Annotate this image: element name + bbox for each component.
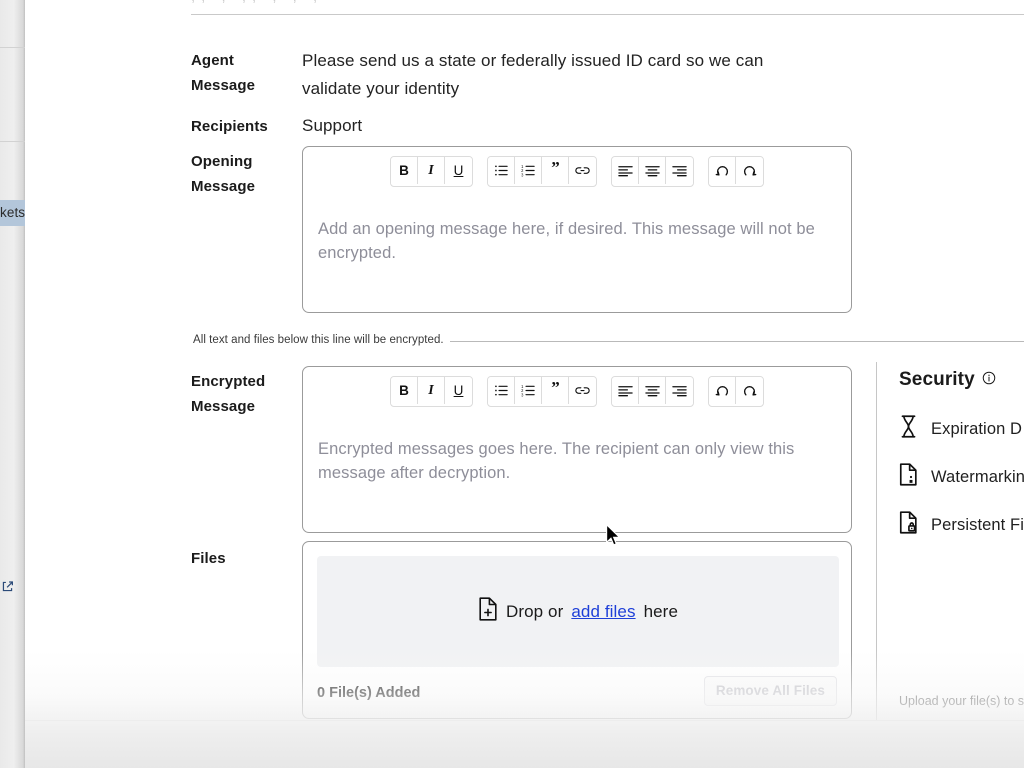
security-panel-title: Security — [899, 369, 996, 391]
encryption-divider-line — [450, 341, 1024, 342]
left-sidebar-cutoff: icke kets kets ed t our l tic s in ets — [0, 0, 25, 768]
blockquote-icon[interactable]: ” — [542, 377, 569, 404]
align-left-icon[interactable] — [612, 377, 639, 404]
ticket-compose-surface: ,, ; ,, ; , , Agent Message Please send … — [25, 0, 1024, 768]
align-center-icon[interactable] — [639, 377, 666, 404]
recipients-label: Recipients — [191, 114, 311, 139]
watermark-document-icon — [899, 463, 918, 491]
external-link-icon[interactable] — [1, 580, 14, 596]
bold-icon[interactable]: B — [391, 157, 418, 184]
sidebar-item-1-selected[interactable]: kets — [0, 200, 25, 226]
recipients-value: Support — [302, 112, 362, 140]
align-right-icon[interactable] — [666, 377, 693, 404]
top-divider — [191, 14, 1024, 15]
svg-text:3: 3 — [521, 172, 524, 177]
encryption-divider-note: All text and files below this line will … — [193, 334, 444, 346]
opening-message-label-text: Opening Message — [191, 153, 255, 195]
files-added-count: 0 File(s) Added — [317, 685, 420, 701]
files-panel: Drop or add files here 0 File(s) Added R… — [302, 541, 852, 719]
opening-message-placeholder: Add an opening message here, if desired.… — [318, 217, 836, 265]
text-style-group: B I U — [390, 376, 473, 407]
add-files-link[interactable]: add files — [571, 602, 635, 622]
security-option-label: Persistent Fi — [931, 516, 1024, 535]
svg-text:3: 3 — [521, 392, 524, 397]
info-icon[interactable] — [982, 369, 996, 391]
agent-message-value: Please send us a state or federally issu… — [302, 47, 822, 103]
encrypted-message-label: Encrypted Message — [191, 369, 296, 419]
encrypted-message-placeholder: Encrypted messages goes here. The recipi… — [318, 437, 836, 485]
numbered-list-icon[interactable]: 1 2 3 — [515, 377, 542, 404]
redo-icon[interactable] — [736, 157, 763, 184]
align-center-icon[interactable] — [639, 157, 666, 184]
text-style-group: B I U — [390, 156, 473, 187]
underline-icon[interactable]: U — [445, 377, 472, 404]
locked-document-icon — [899, 511, 918, 539]
upload-hint-text: Upload your file(s) to sh — [899, 694, 1024, 708]
align-right-icon[interactable] — [666, 157, 693, 184]
alignment-group — [611, 156, 694, 187]
dropzone-text: Drop or add files here — [478, 597, 678, 626]
opening-message-label: Opening Message — [191, 149, 296, 199]
add-file-icon — [478, 597, 498, 626]
list-insert-group: 1 2 3 ” — [487, 156, 597, 187]
opening-message-editor[interactable]: B I U 1 — [302, 146, 852, 313]
underline-icon[interactable]: U — [445, 157, 472, 184]
recipients-label-text: Recipients — [191, 118, 268, 135]
security-option-watermarking[interactable]: Watermarkin — [899, 463, 1024, 491]
hourglass-icon — [899, 415, 918, 443]
undo-icon[interactable] — [709, 157, 736, 184]
dropzone-suffix: here — [644, 602, 678, 622]
encrypted-message-label-text: Encrypted Message — [191, 373, 265, 415]
agent-message-label-text: Agent Message — [191, 52, 255, 94]
history-group — [708, 376, 764, 407]
redo-icon[interactable] — [736, 377, 763, 404]
file-dropzone[interactable]: Drop or add files here — [317, 556, 839, 667]
encrypted-message-editor[interactable]: B I U 1 — [302, 366, 852, 533]
clipped-text-above: ,, ; ,, ; , , — [191, 0, 1006, 6]
italic-icon[interactable]: I — [418, 157, 445, 184]
files-label-text: Files — [191, 550, 226, 567]
security-option-expiration-date[interactable]: Expiration D — [899, 415, 1022, 443]
security-option-persistent-file[interactable]: Persistent Fi — [899, 511, 1024, 539]
agent-message-label: Agent Message — [191, 48, 296, 98]
bulleted-list-icon[interactable] — [488, 377, 515, 404]
opening-message-toolbar: B I U 1 — [303, 157, 851, 186]
bold-icon[interactable]: B — [391, 377, 418, 404]
bulleted-list-icon[interactable] — [488, 157, 515, 184]
alignment-group — [611, 376, 694, 407]
italic-icon[interactable]: I — [418, 377, 445, 404]
dropzone-prefix: Drop or — [506, 602, 563, 622]
link-icon[interactable] — [569, 377, 596, 404]
undo-icon[interactable] — [709, 377, 736, 404]
history-group — [708, 156, 764, 187]
security-option-label: Expiration D — [931, 420, 1022, 439]
bottom-divider — [25, 720, 1024, 721]
security-title-text: Security — [899, 369, 975, 391]
blockquote-icon[interactable]: ” — [542, 157, 569, 184]
files-label: Files — [191, 546, 296, 571]
link-icon[interactable] — [569, 157, 596, 184]
align-left-icon[interactable] — [612, 157, 639, 184]
app-screenshot: icke kets kets ed t our l tic s in ets ,… — [0, 0, 1024, 768]
security-option-label: Watermarkin — [931, 468, 1024, 487]
panel-divider — [876, 362, 877, 720]
encrypted-message-toolbar: B I U 1 — [303, 377, 851, 406]
numbered-list-icon[interactable]: 1 2 3 — [515, 157, 542, 184]
remove-all-files-button[interactable]: Remove All Files — [704, 676, 837, 706]
sidebar-item-label: kets — [0, 205, 25, 220]
list-insert-group: 1 2 3 ” — [487, 376, 597, 407]
